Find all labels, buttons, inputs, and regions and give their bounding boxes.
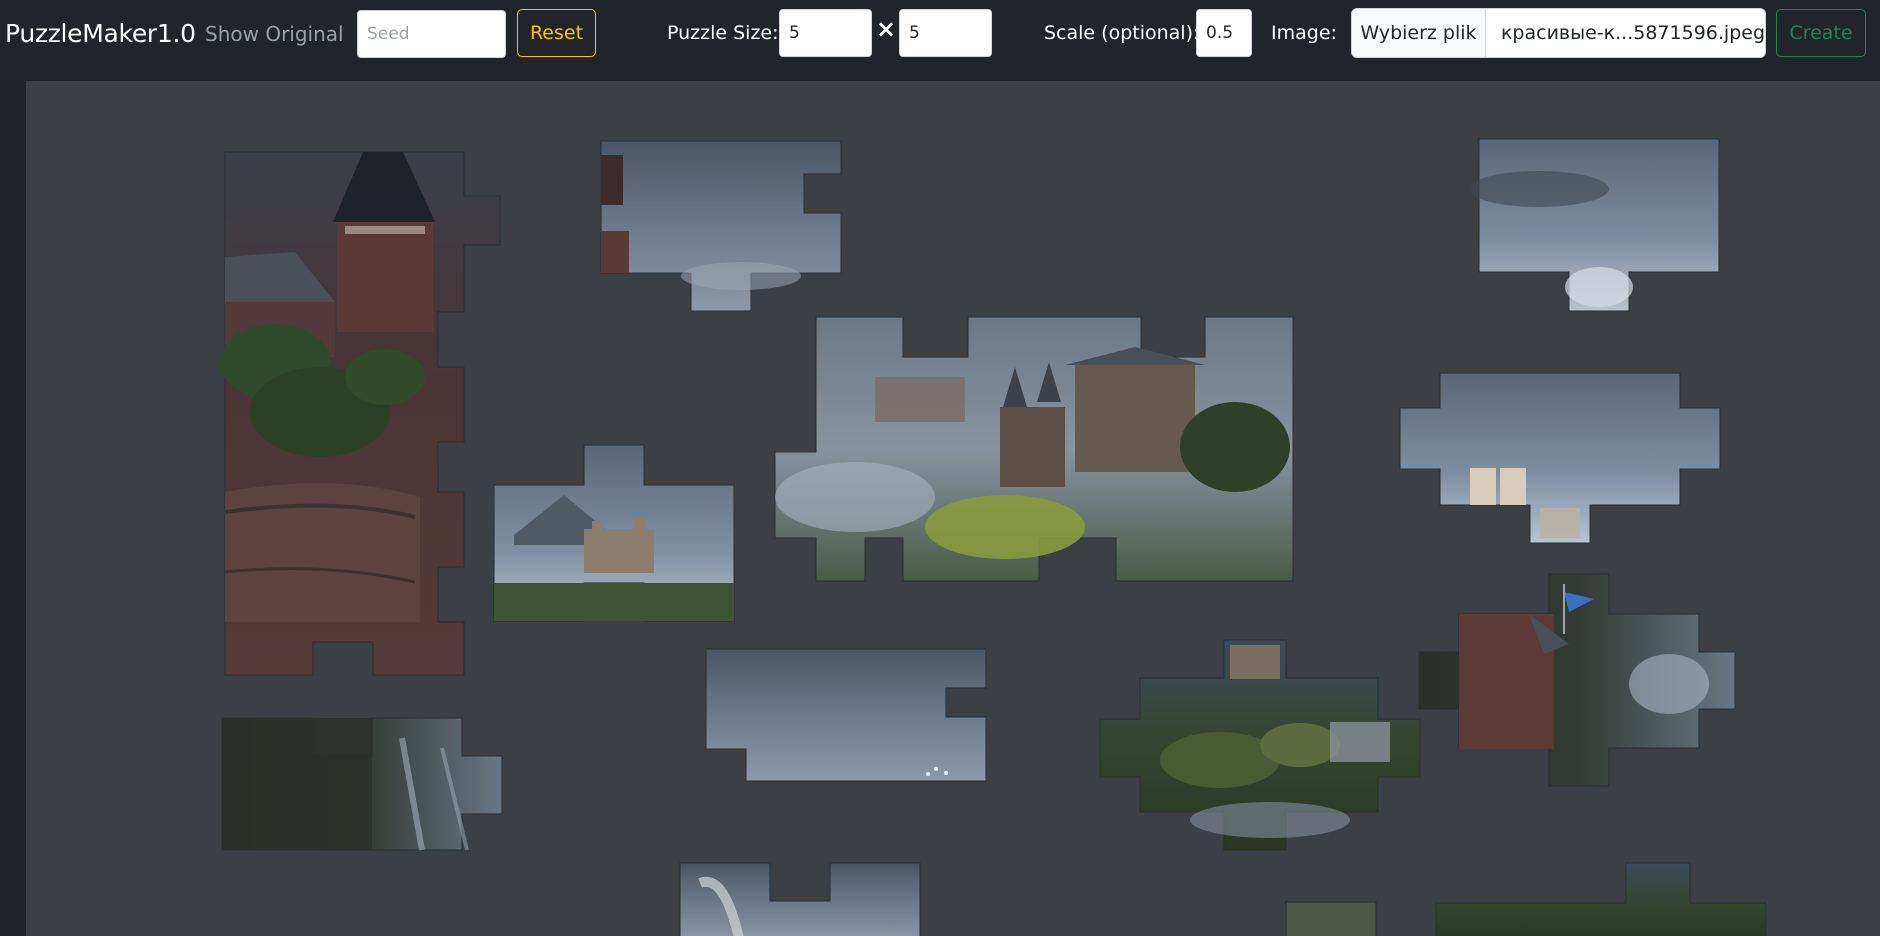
seed-input[interactable] <box>357 10 506 58</box>
puzzle-piece-sky-cloud[interactable] <box>1469 138 1721 319</box>
puzzle-board <box>26 81 1880 936</box>
puzzle-piece-distant-castle[interactable] <box>493 444 736 622</box>
scale-label: Scale (optional): <box>1044 22 1200 44</box>
navbar: PuzzleMaker1.0 Show Original Reset Puzzl… <box>0 0 1880 80</box>
reset-button[interactable]: Reset <box>517 9 596 57</box>
puzzle-piece-forest-town[interactable] <box>1099 639 1422 852</box>
puzzle-piece-cliff-dark[interactable] <box>221 717 504 853</box>
choose-file-button[interactable]: Wybierz plik <box>1352 9 1486 57</box>
show-original-link[interactable]: Show Original <box>205 22 344 46</box>
puzzle-width-input[interactable] <box>779 9 872 57</box>
image-label: Image: <box>1271 22 1337 44</box>
create-button[interactable]: Create <box>1776 9 1866 57</box>
puzzle-piece-sky-bottom[interactable] <box>705 648 988 784</box>
app-brand[interactable]: PuzzleMaker1.0 <box>5 19 196 48</box>
puzzle-height-input[interactable] <box>899 9 992 57</box>
puzzle-size-label: Puzzle Size: <box>667 22 779 44</box>
puzzle-piece-castle-tower[interactable] <box>220 151 501 682</box>
puzzle-piece-flag-tower[interactable] <box>1418 573 1736 787</box>
puzzle-piece-sky-towers[interactable] <box>1399 372 1721 553</box>
puzzle-piece-bottom-mid-partial[interactable] <box>1285 901 1378 936</box>
scale-input[interactable] <box>1196 9 1252 57</box>
selected-file-name: красивые-к...5871596.jpeg <box>1500 22 1765 44</box>
times-icon: × <box>875 15 897 43</box>
image-file-input[interactable]: Wybierz plik красивые-к...5871596.jpeg <box>1351 8 1766 58</box>
puzzle-piece-sky-top[interactable] <box>600 140 842 321</box>
puzzle-piece-bottom-left-partial[interactable] <box>679 862 922 936</box>
puzzle-piece-bottom-right-partial[interactable] <box>1435 862 1768 936</box>
puzzle-piece-cluster-center[interactable] <box>774 316 1321 582</box>
